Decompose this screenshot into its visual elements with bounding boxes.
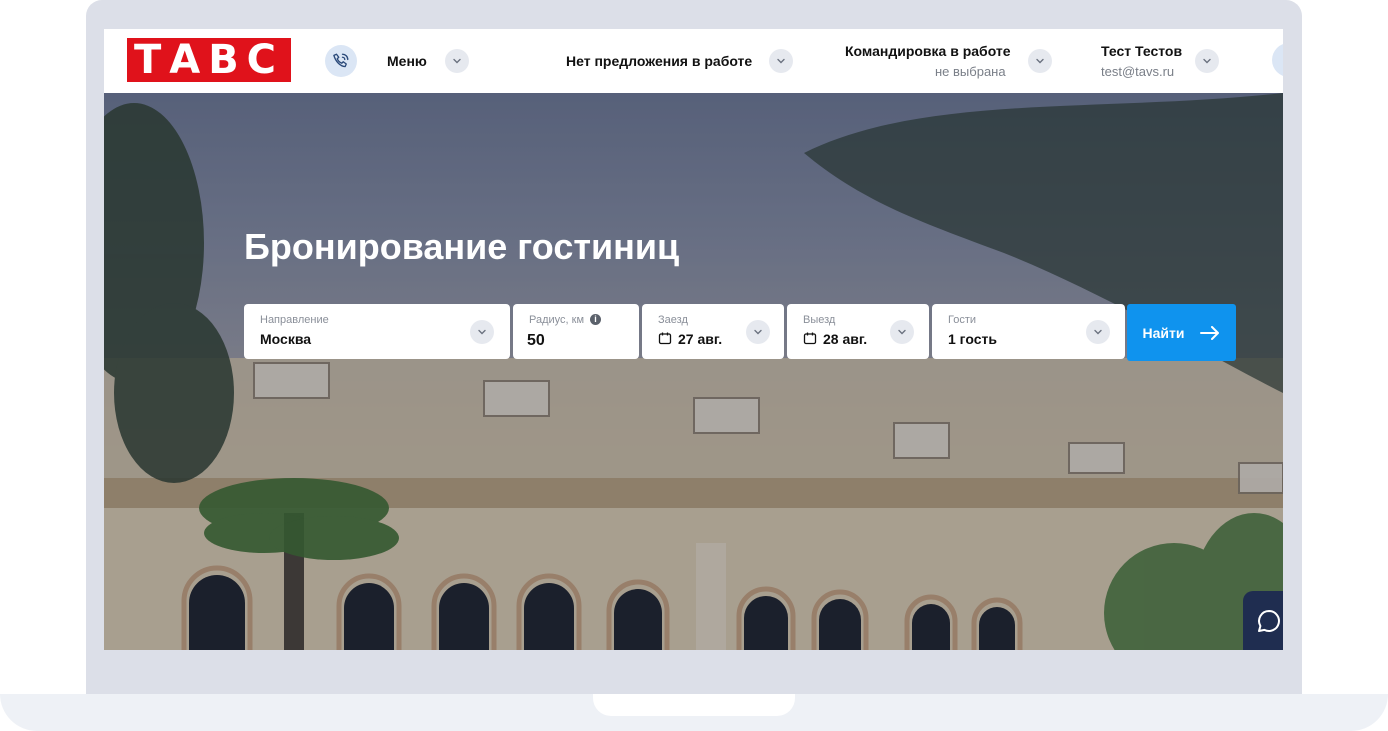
page-title: Бронирование гостиниц [244,226,680,267]
direction-dropdown-button[interactable] [470,320,494,344]
chevron-down-icon [1203,58,1211,64]
logo-text: ТАВС [133,37,285,83]
menu-dropdown-button[interactable] [445,49,469,73]
menu-label[interactable]: Меню [387,53,427,69]
trip-title[interactable]: Командировка в работе [845,43,1011,59]
checkout-value[interactable]: 28 авг. [823,331,867,347]
laptop-notch [593,694,795,716]
user-dropdown-button[interactable] [1195,49,1219,73]
chevron-down-icon [898,329,906,335]
direction-value[interactable]: Москва [260,331,311,347]
checkout-label: Выезд [803,314,836,326]
guests-field[interactable]: Гости 1 гость [932,304,1125,359]
search-button[interactable]: Найти [1127,304,1236,361]
calendar-icon [803,332,817,345]
offer-dropdown-button[interactable] [769,49,793,73]
checkin-label: Заезд [658,314,688,326]
chevron-down-icon [777,58,785,64]
search-button-label: Найти [1142,324,1185,341]
radius-label-text: Радиус, км [529,314,585,326]
top-header: ТАВС Меню Нет предложения в работе Коман… [104,29,1283,93]
app-screen: ТАВС Меню Нет предложения в работе Коман… [104,29,1283,650]
info-icon[interactable]: i [590,314,602,325]
phone-icon [333,53,349,68]
chevron-down-icon [453,58,461,64]
hotel-background-image [104,93,1283,650]
guests-dropdown-button[interactable] [1086,320,1110,344]
checkin-value-wrap: 27 авг. [658,331,722,347]
chat-icon [1258,610,1280,632]
chevron-down-icon [1094,329,1102,335]
guests-value[interactable]: 1 гость [948,331,997,347]
checkout-value-wrap: 28 авг. [803,331,867,347]
checkout-field[interactable]: Выезд 28 авг. [787,304,929,359]
user-name[interactable]: Тест Тестов [1101,43,1182,59]
chevron-down-icon [1036,58,1044,64]
direction-label: Направление [260,314,329,326]
checkin-value[interactable]: 27 авг. [678,331,722,347]
avatar[interactable] [1272,43,1283,77]
trip-subtitle: не выбрана [935,64,1006,79]
logo[interactable]: ТАВС [127,37,291,83]
user-email: test@tavs.ru [1101,64,1175,79]
guests-label: Гости [948,314,977,326]
chat-button[interactable] [1243,591,1283,650]
radius-value[interactable]: 50 [527,332,545,350]
phone-button[interactable] [325,45,357,77]
chevron-down-icon [478,329,486,335]
offer-status[interactable]: Нет предложения в работе [566,53,752,69]
checkout-dropdown-button[interactable] [890,320,914,344]
hero-banner: Бронирование гостиниц [104,93,1283,650]
trip-dropdown-button[interactable] [1028,49,1052,73]
checkin-field[interactable]: Заезд 27 авг. [642,304,784,359]
arrow-right-icon [1200,325,1220,340]
direction-field[interactable]: Направление Москва [244,304,510,359]
calendar-icon [658,332,672,345]
radius-field[interactable]: Радиус, км i 50 [513,304,639,359]
chevron-down-icon [754,329,762,335]
radius-label: Радиус, км i [529,314,602,326]
checkin-dropdown-button[interactable] [746,320,770,344]
